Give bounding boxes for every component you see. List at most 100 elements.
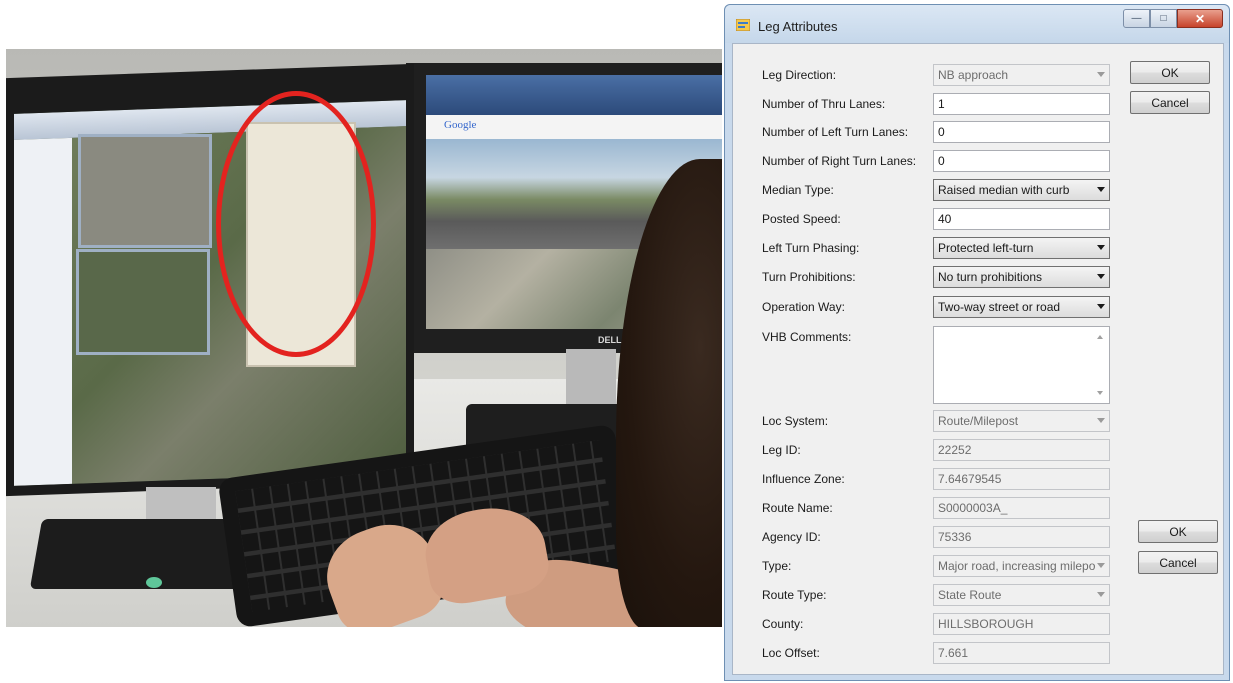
chevron-down-icon bbox=[1097, 563, 1105, 568]
mouse bbox=[146, 577, 162, 588]
form-icon bbox=[736, 19, 750, 31]
row-thru-lanes: Number of Thru Lanes: 1 bbox=[762, 93, 1142, 115]
streetview-popup-window bbox=[76, 249, 210, 355]
type-value: Major road, increasing milepo bbox=[938, 559, 1096, 573]
row-turn-prohibitions: Turn Prohibitions: No turn prohibitions bbox=[762, 266, 1142, 288]
google-logo: Google bbox=[444, 119, 477, 131]
agency-id-input[interactable]: 75336 bbox=[933, 526, 1110, 548]
row-type: Type: Major road, increasing milepo bbox=[762, 555, 1142, 577]
scroll-up-icon bbox=[1097, 335, 1103, 339]
row-leg-direction: Leg Direction: NB approach bbox=[762, 64, 1142, 86]
left-turn-phasing-label: Left Turn Phasing: bbox=[762, 241, 860, 255]
comments-scrollbar[interactable] bbox=[1092, 327, 1109, 403]
chevron-down-icon bbox=[1097, 187, 1105, 192]
loc-system-value: Route/Milepost bbox=[938, 414, 1019, 428]
row-vhb-comments: VHB Comments: bbox=[762, 326, 1142, 404]
type-select[interactable]: Major road, increasing milepo bbox=[933, 555, 1110, 577]
row-left-turn-phasing: Left Turn Phasing: Protected left-turn bbox=[762, 237, 1142, 259]
leg-direction-select[interactable]: NB approach bbox=[933, 64, 1110, 86]
office-photo: Google DELL bbox=[6, 49, 722, 627]
leg-attributes-dialog: Leg Attributes — □ ✕ Leg Direction: NB a… bbox=[724, 4, 1230, 681]
dialog-title: Leg Attributes bbox=[758, 19, 838, 34]
county-input[interactable]: HILLSBOROUGH bbox=[933, 613, 1110, 635]
row-route-name: Route Name: S0000003A_ bbox=[762, 497, 1142, 519]
dialog-titlebar: Leg Attributes — □ ✕ bbox=[725, 5, 1229, 43]
close-icon: ✕ bbox=[1194, 11, 1206, 26]
left-turn-lanes-label: Number of Left Turn Lanes: bbox=[762, 125, 909, 139]
leg-direction-label: Leg Direction: bbox=[762, 68, 837, 82]
posted-speed-label: Posted Speed: bbox=[762, 212, 841, 226]
scroll-down-icon bbox=[1097, 391, 1103, 395]
vhb-comments-label: VHB Comments: bbox=[762, 330, 852, 344]
loc-offset-label: Loc Offset: bbox=[762, 646, 820, 660]
ok-button-bottom[interactable]: OK bbox=[1138, 520, 1218, 543]
chevron-down-icon bbox=[1097, 304, 1105, 309]
cancel-button-bottom[interactable]: Cancel bbox=[1138, 551, 1218, 574]
leg-id-input[interactable]: 22252 bbox=[933, 439, 1110, 461]
loc-system-label: Loc System: bbox=[762, 414, 829, 428]
county-label: County: bbox=[762, 617, 804, 631]
influence-zone-input[interactable]: 7.64679545 bbox=[933, 468, 1110, 490]
row-operation-way: Operation Way: Two-way street or road bbox=[762, 296, 1142, 318]
median-type-label: Median Type: bbox=[762, 183, 834, 197]
left-turn-phasing-select[interactable]: Protected left-turn bbox=[933, 237, 1110, 259]
left-turn-lanes-input[interactable]: 0 bbox=[933, 121, 1110, 143]
right-turn-lanes-label: Number of Right Turn Lanes: bbox=[762, 154, 917, 168]
red-highlight-ellipse bbox=[216, 91, 376, 357]
minimize-icon: — bbox=[1131, 13, 1142, 24]
chevron-down-icon bbox=[1097, 72, 1105, 77]
loc-offset-input[interactable]: 7.661 bbox=[933, 642, 1110, 664]
route-type-select[interactable]: State Route bbox=[933, 584, 1110, 606]
median-type-value: Raised median with curb bbox=[938, 183, 1070, 197]
row-agency-id: Agency ID: 75336 bbox=[762, 526, 1142, 548]
cancel-button-top[interactable]: Cancel bbox=[1130, 91, 1210, 114]
operation-way-value: Two-way street or road bbox=[938, 300, 1061, 314]
thru-lanes-label: Number of Thru Lanes: bbox=[762, 97, 886, 111]
turn-prohibitions-select[interactable]: No turn prohibitions bbox=[933, 266, 1110, 288]
row-posted-speed: Posted Speed: 40 bbox=[762, 208, 1142, 230]
monitor-brand: DELL bbox=[598, 335, 622, 345]
vhb-comments-textarea[interactable] bbox=[933, 326, 1110, 404]
row-median-type: Median Type: Raised median with curb bbox=[762, 179, 1142, 201]
row-county: County: HILLSBOROUGH bbox=[762, 613, 1142, 635]
leg-direction-value: NB approach bbox=[938, 68, 1009, 82]
browser-toolbar bbox=[426, 75, 722, 115]
chevron-down-icon bbox=[1097, 592, 1105, 597]
maximize-icon: □ bbox=[1160, 13, 1167, 24]
close-button[interactable]: ✕ bbox=[1177, 9, 1223, 28]
turn-prohibitions-label: Turn Prohibitions: bbox=[762, 270, 856, 284]
turn-prohibitions-value: No turn prohibitions bbox=[938, 270, 1043, 284]
agency-id-label: Agency ID: bbox=[762, 530, 821, 544]
left-turn-phasing-value: Protected left-turn bbox=[938, 241, 1034, 255]
chevron-down-icon bbox=[1097, 274, 1105, 279]
operation-way-select[interactable]: Two-way street or road bbox=[933, 296, 1110, 318]
row-loc-system: Loc System: Route/Milepost bbox=[762, 410, 1142, 432]
thru-lanes-input[interactable]: 1 bbox=[933, 93, 1110, 115]
row-route-type: Route Type: State Route bbox=[762, 584, 1142, 606]
posted-speed-input[interactable]: 40 bbox=[933, 208, 1110, 230]
leg-id-label: Leg ID: bbox=[762, 443, 801, 457]
row-influence-zone: Influence Zone: 7.64679545 bbox=[762, 468, 1142, 490]
minimize-button[interactable]: — bbox=[1123, 9, 1150, 28]
row-leg-id: Leg ID: 22252 bbox=[762, 439, 1142, 461]
map-popup-window bbox=[78, 134, 212, 248]
route-name-input[interactable]: S0000003A_ bbox=[933, 497, 1110, 519]
chevron-down-icon bbox=[1097, 418, 1105, 423]
route-type-label: Route Type: bbox=[762, 588, 827, 602]
dialog-client-area: Leg Direction: NB approach Number of Thr… bbox=[732, 43, 1224, 675]
row-right-turn-lanes: Number of Right Turn Lanes: 0 bbox=[762, 150, 1142, 172]
route-name-label: Route Name: bbox=[762, 501, 833, 515]
route-type-value: State Route bbox=[938, 588, 1002, 602]
row-left-turn-lanes: Number of Left Turn Lanes: 0 bbox=[762, 121, 1142, 143]
chevron-down-icon bbox=[1097, 245, 1105, 250]
row-loc-offset: Loc Offset: 7.661 bbox=[762, 642, 1142, 664]
operation-way-label: Operation Way: bbox=[762, 300, 845, 314]
influence-zone-label: Influence Zone: bbox=[762, 472, 845, 486]
ok-button-top[interactable]: OK bbox=[1130, 61, 1210, 84]
right-turn-lanes-input[interactable]: 0 bbox=[933, 150, 1110, 172]
median-type-select[interactable]: Raised median with curb bbox=[933, 179, 1110, 201]
gis-table-of-contents bbox=[14, 137, 72, 486]
loc-system-select[interactable]: Route/Milepost bbox=[933, 410, 1110, 432]
type-label: Type: bbox=[762, 559, 792, 573]
maximize-button[interactable]: □ bbox=[1150, 9, 1177, 28]
